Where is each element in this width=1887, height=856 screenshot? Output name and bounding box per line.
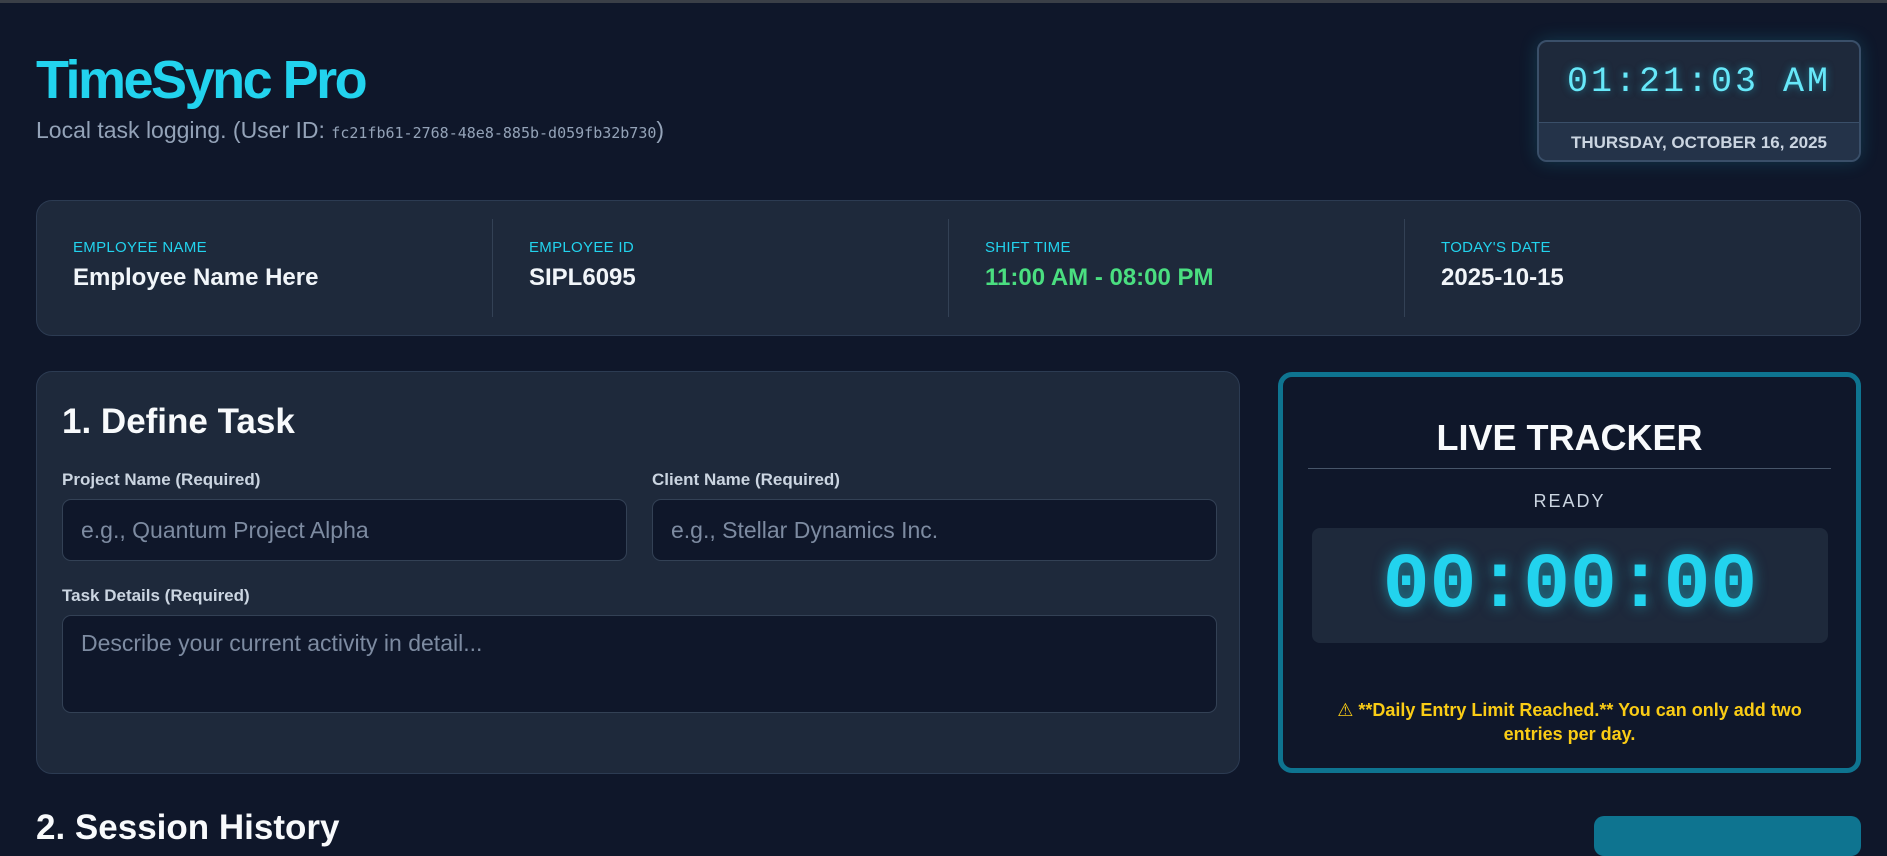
app-title: TimeSync Pro <box>36 50 368 110</box>
subtitle-prefix: Local task logging. (User ID: <box>36 117 332 143</box>
define-task-title: 1. Define Task <box>62 402 295 441</box>
tracker-divider <box>1308 468 1831 469</box>
tracker-timer-display: 00:00:00 <box>1312 528 1828 643</box>
tracker-status: READY <box>1533 491 1606 511</box>
user-id: fc21fb61-2768-48e8-885b-d059fb32b730 <box>331 124 657 142</box>
employee-name-cell: EMPLOYEE NAME Employee Name Here <box>37 219 493 317</box>
employee-id-cell: EMPLOYEE ID SIPL6095 <box>493 219 949 317</box>
clock-time: 01:21:03 AM <box>1566 62 1832 102</box>
project-name-input[interactable] <box>62 499 627 561</box>
shift-time-cell: SHIFT TIME 11:00 AM - 08:00 PM <box>949 219 1405 317</box>
task-details-label: Task Details (Required) <box>62 586 250 605</box>
project-name-label: Project Name (Required) <box>62 470 261 489</box>
client-name-input[interactable] <box>652 499 1217 561</box>
task-details-textarea[interactable] <box>62 615 1217 713</box>
session-history-title: 2. Session History <box>36 808 340 847</box>
digital-clock: 01:21:03 AM THURSDAY, OCTOBER 16, 2025 <box>1537 40 1861 162</box>
shift-time-label: SHIFT TIME <box>985 239 1071 256</box>
brand-block: TimeSync Pro Local task logging. (User I… <box>36 50 664 147</box>
employee-name-label: EMPLOYEE NAME <box>73 239 207 256</box>
todays-date-cell: TODAY'S DATE 2025-10-15 <box>1405 219 1860 317</box>
daily-limit-warning: ⚠ **Daily Entry Limit Reached.** You can… <box>1337 700 1802 744</box>
todays-date-label: TODAY'S DATE <box>1441 239 1551 256</box>
history-action-button[interactable] <box>1594 816 1861 856</box>
subtitle-suffix: ) <box>656 117 665 143</box>
employee-name-value: Employee Name Here <box>73 264 319 291</box>
client-name-label: Client Name (Required) <box>652 470 840 489</box>
employee-id-label: EMPLOYEE ID <box>529 239 634 256</box>
clock-date: THURSDAY, OCTOBER 16, 2025 <box>1539 122 1859 160</box>
live-tracker-title: LIVE TRACKER <box>1436 417 1703 458</box>
shift-time-value: 11:00 AM - 08:00 PM <box>985 264 1214 291</box>
window-top-border <box>0 0 1887 3</box>
employee-info-bar: EMPLOYEE NAME Employee Name Here EMPLOYE… <box>36 200 1861 336</box>
live-tracker-panel: LIVE TRACKER READY 00:00:00 ⚠ **Daily En… <box>1278 372 1861 773</box>
employee-id-value: SIPL6095 <box>529 264 636 291</box>
define-task-panel: 1. Define Task Project Name (Required) C… <box>36 371 1240 774</box>
todays-date-value: 2025-10-15 <box>1441 264 1564 291</box>
app-subtitle: Local task logging. (User ID: fc21fb61-2… <box>36 116 664 147</box>
